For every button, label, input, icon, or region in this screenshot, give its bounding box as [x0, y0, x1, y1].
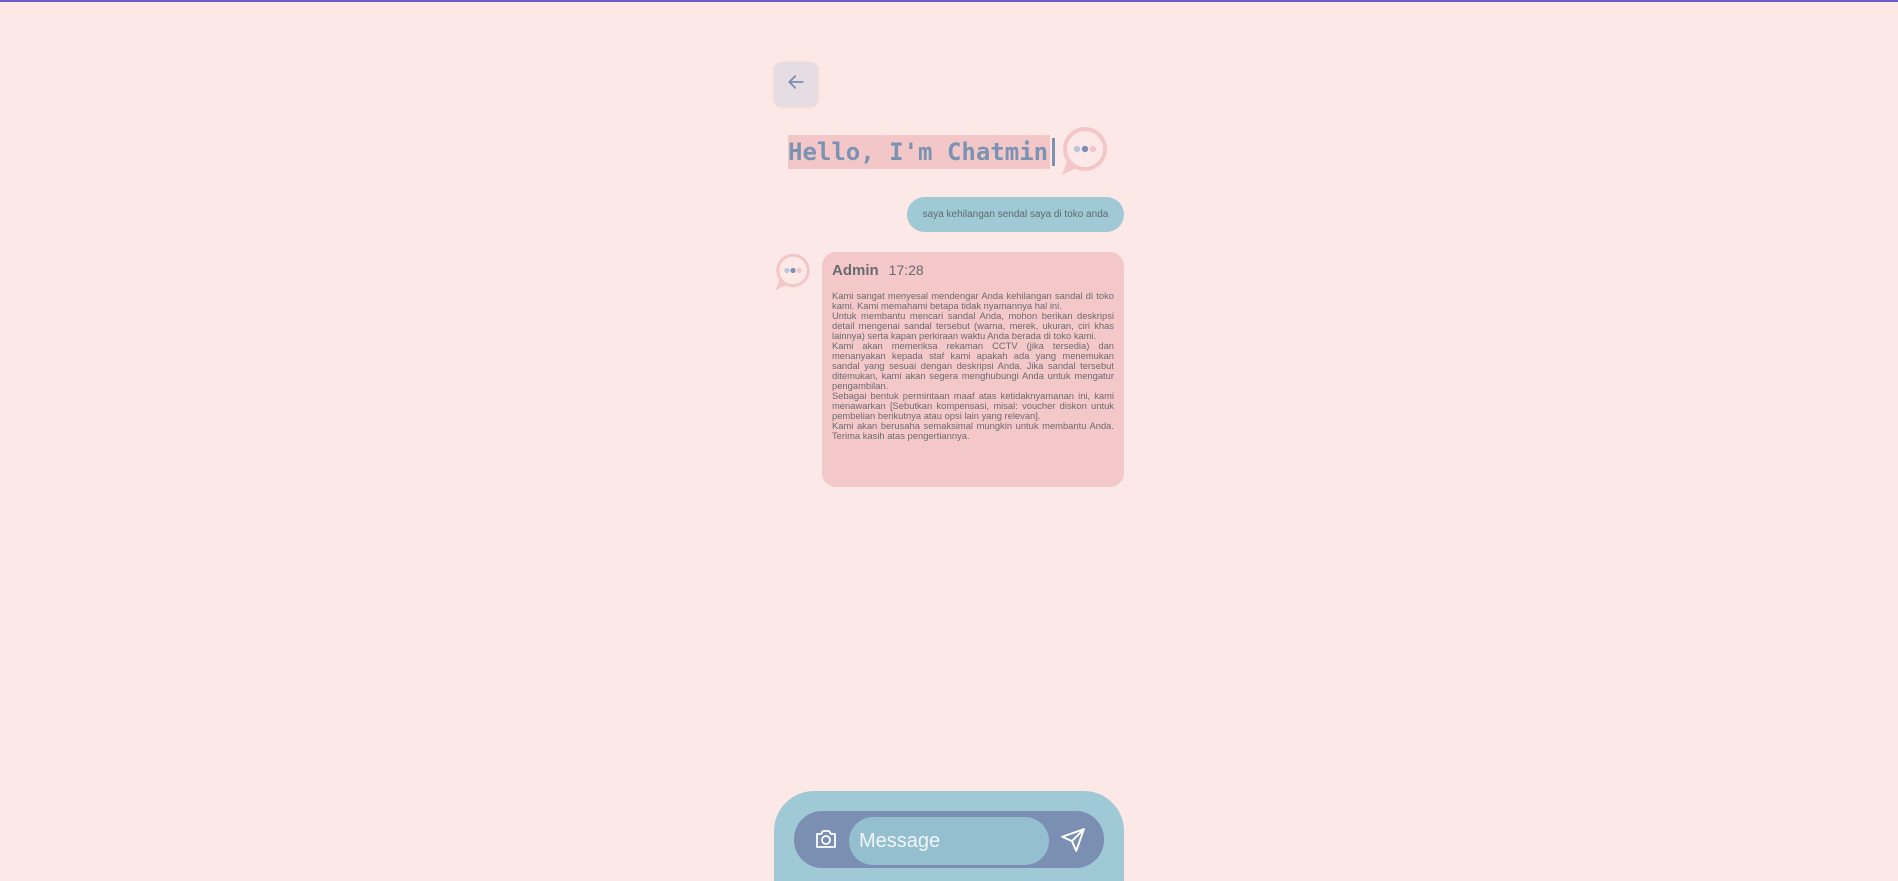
back-button[interactable]: [774, 62, 818, 106]
send-icon: [1060, 827, 1086, 857]
admin-message-header: Admin 17:28: [832, 262, 1114, 279]
admin-message-paragraph: Untuk membantu mencari sandal Anda, moho…: [832, 310, 1114, 341]
admin-message-body: Kami sangat menyesal mendengar Anda kehi…: [832, 291, 1114, 441]
arrow-left-icon: [786, 72, 806, 96]
camera-button[interactable]: [812, 829, 840, 853]
typing-cursor: [1052, 138, 1056, 166]
camera-icon: [814, 828, 838, 854]
admin-message-paragraph: Sebagai bentuk permintaan maaf atas keti…: [832, 390, 1114, 421]
admin-message-paragraph: Kami sangat menyesal mendengar Anda kehi…: [832, 290, 1114, 311]
message-input[interactable]: [849, 817, 1049, 865]
admin-message-paragraph: Kami akan berusaha semaksimal mungkin un…: [832, 420, 1114, 441]
header-title-area: Hello, I'm Chatmin: [788, 134, 1056, 170]
chat-bubble-logo-icon: [1060, 125, 1110, 181]
user-message-text: saya kehilangan sendal saya di toko anda: [922, 209, 1109, 220]
page-title: Hello, I'm Chatmin: [788, 135, 1051, 169]
chat-bubble-avatar-icon: [774, 252, 812, 296]
top-accent-line: [0, 0, 1898, 2]
admin-message-card: Admin 17:28 Kami sangat menyesal mendeng…: [822, 252, 1124, 487]
admin-message-paragraph: Kami akan memeriksa rekaman CCTV (jika t…: [832, 340, 1114, 391]
admin-name: Admin: [832, 262, 879, 279]
admin-timestamp: 17:28: [888, 262, 924, 278]
send-button[interactable]: [1058, 827, 1088, 857]
user-message-bubble: saya kehilangan sendal saya di toko anda: [907, 197, 1124, 232]
